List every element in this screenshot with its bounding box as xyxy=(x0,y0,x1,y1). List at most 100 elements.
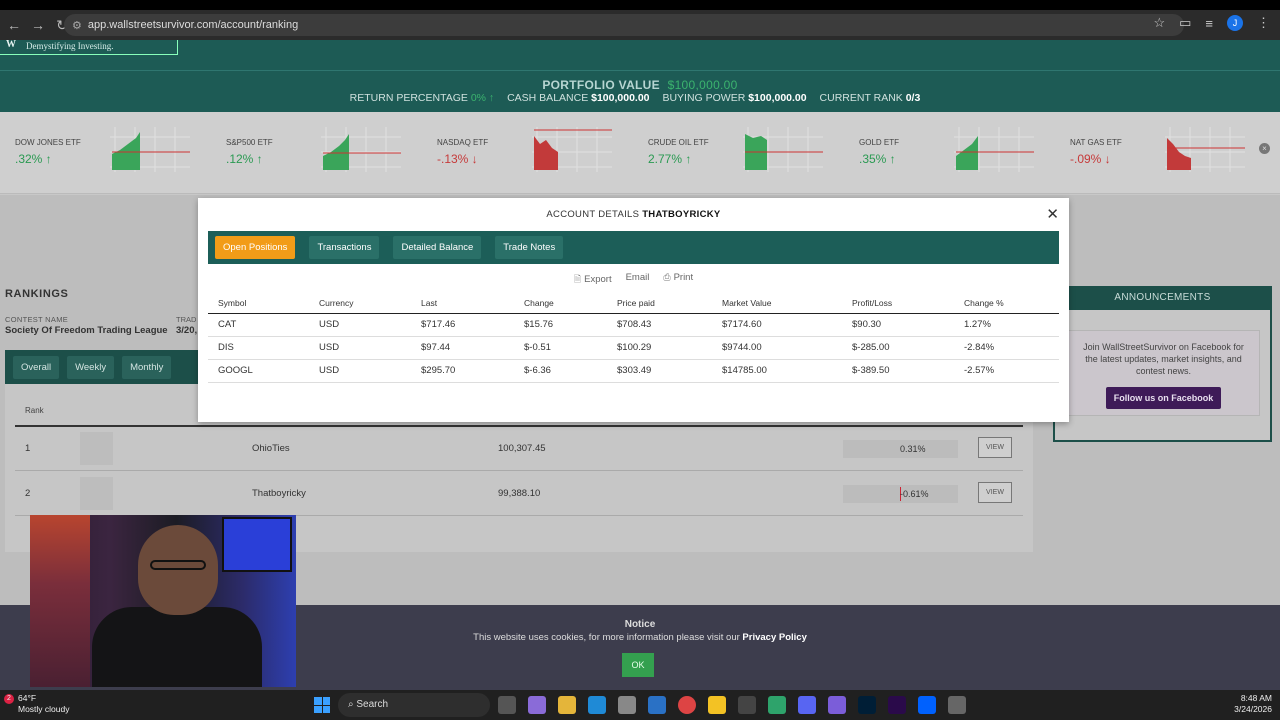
back-arrow-icon[interactable]: ← xyxy=(4,15,24,35)
currency-cell: USD xyxy=(309,313,411,337)
settings-gear-icon[interactable] xyxy=(948,696,966,714)
ok-button[interactable]: OK xyxy=(622,653,654,677)
date: 3/24/2026 xyxy=(1234,704,1272,714)
chrome-icon[interactable] xyxy=(678,696,696,714)
view-button[interactable]: VIEW xyxy=(978,437,1012,458)
column-header[interactable]: Market Value xyxy=(712,294,842,314)
print-link[interactable]: ⎙ Print xyxy=(663,272,693,288)
ticker-sparkline xyxy=(954,127,1034,172)
column-header[interactable]: Profit/Loss xyxy=(842,294,954,314)
temperature: 64°F xyxy=(18,693,37,703)
privacy-policy-link[interactable]: Privacy Policy xyxy=(742,632,806,643)
return-percent: 0.31% xyxy=(900,444,926,454)
media-queue-icon[interactable]: ≡ xyxy=(1205,16,1213,31)
return-bar: -0.61% xyxy=(843,485,958,503)
tab-monthly[interactable]: Monthly xyxy=(122,355,172,379)
email-link[interactable]: Email xyxy=(626,272,650,288)
tab-open-positions[interactable]: Open Positions xyxy=(215,236,296,259)
person-body xyxy=(92,607,262,687)
modal-username: THATBOYRICKY xyxy=(642,209,721,220)
column-header[interactable]: Last xyxy=(411,294,514,314)
profit-loss-cell: $90.30 xyxy=(842,313,954,337)
task-view-icon[interactable] xyxy=(498,696,516,714)
rank-number: 2 xyxy=(25,488,31,499)
dropbox-icon[interactable] xyxy=(918,696,936,714)
ticker-name: S&P500 ETF xyxy=(226,138,273,147)
sun-app-icon[interactable] xyxy=(708,696,726,714)
obs-icon[interactable] xyxy=(738,696,756,714)
cast-icon[interactable]: ▭ xyxy=(1179,15,1191,31)
column-header[interactable]: Currency xyxy=(309,294,411,314)
address-bar[interactable]: ⚙ app.wallstreetsurvivor.com/account/ran… xyxy=(64,14,1184,36)
document-icon: 🗎 xyxy=(573,274,582,284)
ticker-change: 2.77% ↑ xyxy=(648,152,692,166)
last-cell: $717.46 xyxy=(411,313,514,337)
change-percent-cell: -2.57% xyxy=(954,359,1059,383)
onenote-icon[interactable] xyxy=(828,696,846,714)
site-logo[interactable]: W Demystifying Investing. xyxy=(0,39,178,55)
tab-weekly[interactable]: Weekly xyxy=(67,355,115,379)
copilot-icon[interactable] xyxy=(528,696,546,714)
weather-widget[interactable]: 2 64°F Mostly cloudy xyxy=(4,693,70,715)
menu-dots-icon[interactable]: ⋮ xyxy=(1257,15,1270,31)
portfolio-value-amount: $100,000.00 xyxy=(667,78,738,92)
discord-icon[interactable] xyxy=(798,696,816,714)
browser-toolbar: ← → ↻ ⚙ app.wallstreetsurvivor.com/accou… xyxy=(0,10,1280,40)
view-button[interactable]: VIEW xyxy=(978,482,1012,503)
ticker-change: -.13% ↓ xyxy=(437,152,478,166)
close-icon[interactable]: ✕ xyxy=(1046,205,1059,223)
profit-loss-cell: $-285.00 xyxy=(842,336,954,360)
ticker-name: DOW JONES ETF xyxy=(15,138,81,147)
site-settings-icon[interactable]: ⚙ xyxy=(72,19,82,32)
column-header[interactable]: Change % xyxy=(954,294,1059,314)
ticker-sp500[interactable]: S&P500 ETF .12% ↑ xyxy=(211,122,421,187)
change-cell: $-6.36 xyxy=(514,359,607,383)
portfolio-value: 100,307.45 xyxy=(498,443,546,454)
tab-transactions[interactable]: Transactions xyxy=(309,236,380,259)
export-link[interactable]: 🗎 Export xyxy=(574,272,612,288)
store-icon[interactable] xyxy=(618,696,636,714)
ticker-dow[interactable]: DOW JONES ETF .32% ↑ xyxy=(0,122,210,187)
change-percent-cell: 1.27% xyxy=(954,313,1059,337)
ticker-gold[interactable]: GOLD ETF .35% ↑ xyxy=(844,122,1054,187)
ticker-crude-oil[interactable]: CRUDE OIL ETF 2.77% ↑ xyxy=(633,122,843,187)
file-explorer-icon[interactable] xyxy=(558,696,576,714)
bookmark-star-icon[interactable]: ☆ xyxy=(1153,15,1165,31)
android-icon[interactable] xyxy=(768,696,786,714)
tab-trade-notes[interactable]: Trade Notes xyxy=(495,236,564,259)
last-cell: $295.70 xyxy=(411,359,514,383)
photoshop-icon[interactable] xyxy=(858,696,876,714)
column-header[interactable]: Symbol xyxy=(208,294,309,314)
taskbar-apps xyxy=(498,696,966,714)
portfolio-value: 99,388.10 xyxy=(498,488,541,499)
modal-title: ACCOUNT DETAILS THATBOYRICKY xyxy=(198,209,1069,220)
profile-avatar[interactable]: J xyxy=(1227,15,1243,31)
taskbar-search[interactable]: ⌕ Search xyxy=(338,693,490,717)
ticker-nasdaq[interactable]: NASDAQ ETF -.13% ↓ xyxy=(422,122,632,187)
premiere-icon[interactable] xyxy=(888,696,906,714)
ticker-close-icon[interactable]: × xyxy=(1259,143,1270,154)
forward-arrow-icon[interactable]: → xyxy=(28,15,48,35)
windows-start-icon[interactable] xyxy=(314,697,330,713)
table-row: GOOGL USD $295.70 $-6.36 $303.49 $14785.… xyxy=(208,359,1059,383)
account-details-modal: ACCOUNT DETAILS THATBOYRICKY ✕ Open Posi… xyxy=(198,198,1069,422)
edge-icon[interactable] xyxy=(588,696,606,714)
webcam-overlay xyxy=(30,515,296,687)
contest-name-label: CONTEST NAME xyxy=(5,315,69,324)
change-cell: $-0.51 xyxy=(514,336,607,360)
portfolio-value: PORTFOLIO VALUE $100,000.00 xyxy=(0,78,1280,92)
time: 8:48 AM xyxy=(1240,693,1272,703)
modal-title-prefix: ACCOUNT DETAILS xyxy=(546,209,640,220)
ticker-sparkline xyxy=(1165,127,1245,172)
site-header: W Demystifying Investing. PORTFOLIO VALU… xyxy=(0,39,1280,112)
buying-power-label: BUYING POWER xyxy=(662,92,746,104)
ticker-nat-gas[interactable]: NAT GAS ETF -.09% ↓ xyxy=(1055,122,1265,187)
column-header[interactable]: Change xyxy=(514,294,607,314)
column-header[interactable]: Price paid xyxy=(607,294,712,314)
follow-facebook-button[interactable]: Follow us on Facebook xyxy=(1105,387,1222,409)
outlook-icon[interactable] xyxy=(648,696,666,714)
tab-detailed-balance[interactable]: Detailed Balance xyxy=(393,236,482,259)
system-clock[interactable]: 8:48 AM 3/24/2026 xyxy=(1234,693,1272,715)
header-divider xyxy=(0,70,1280,71)
tab-overall[interactable]: Overall xyxy=(13,355,60,379)
